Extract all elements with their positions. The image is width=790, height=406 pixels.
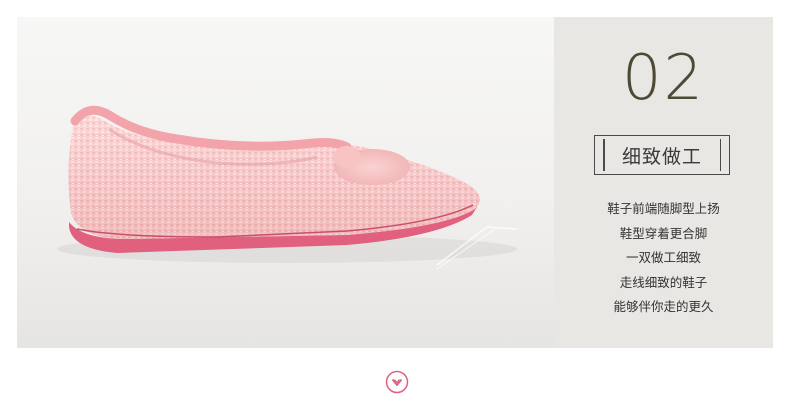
feature-line: 能够伴你走的更久 (613, 299, 714, 314)
pink-slipper-image (57, 105, 518, 270)
feature-line: 一双做工细致 (625, 250, 701, 265)
product-feature-card: 02 细致做工 鞋子前端随脚型上扬 鞋型穿着更合脚 一双做工细致 走线细致的鞋子… (17, 17, 773, 348)
feature-line: 走线细致的鞋子 (619, 274, 708, 290)
section-title: 细致做工 (621, 145, 702, 168)
title-left-tick (603, 139, 605, 171)
feature-line: 鞋型穿着更合脚 (619, 225, 708, 241)
chevron-down-circle-icon[interactable] (385, 370, 409, 394)
title-right-tick (719, 139, 721, 171)
feature-panel: 02 细致做工 鞋子前端随脚型上扬 鞋型穿着更合脚 一双做工细致 走线细致的鞋子… (554, 17, 773, 348)
feature-description: 鞋子前端随脚型上扬 鞋型穿着更合脚 一双做工细致 走线细致的鞋子 能够伴你走的更… (554, 197, 773, 320)
section-title-box: 细致做工 (594, 135, 730, 175)
product-photo (17, 17, 554, 348)
feature-line: 鞋子前端随脚型上扬 (607, 201, 720, 216)
section-number: 02 (622, 41, 705, 114)
